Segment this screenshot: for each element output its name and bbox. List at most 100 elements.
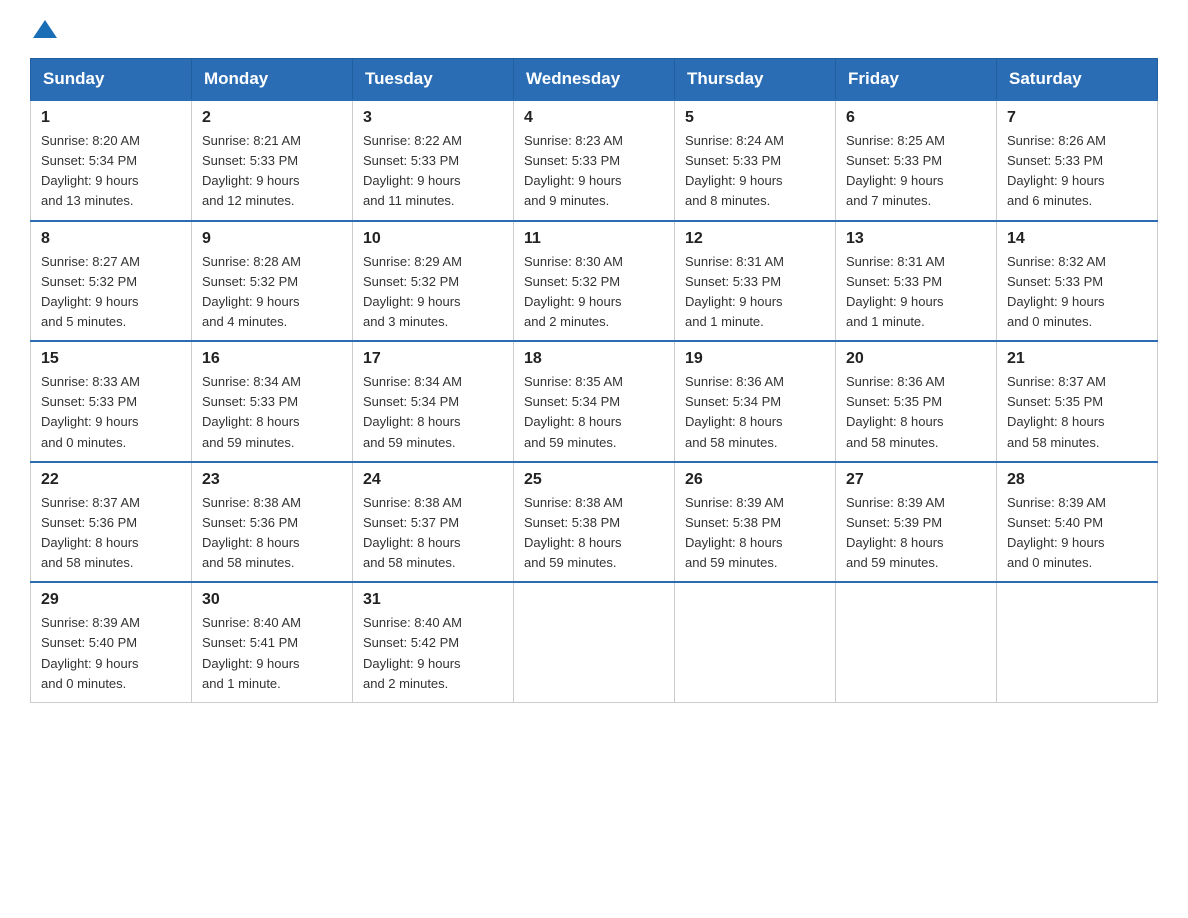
day-info: Sunrise: 8:39 AMSunset: 5:38 PMDaylight:… (685, 493, 825, 574)
weekday-header-sunday: Sunday (31, 59, 192, 101)
day-info: Sunrise: 8:38 AMSunset: 5:38 PMDaylight:… (524, 493, 664, 574)
week-row-3: 15 Sunrise: 8:33 AMSunset: 5:33 PMDayligh… (31, 341, 1158, 462)
day-info: Sunrise: 8:24 AMSunset: 5:33 PMDaylight:… (685, 131, 825, 212)
calendar-cell: 21 Sunrise: 8:37 AMSunset: 5:35 PMDayligh… (997, 341, 1158, 462)
week-row-2: 8 Sunrise: 8:27 AMSunset: 5:32 PMDaylight… (31, 221, 1158, 342)
logo (30, 20, 57, 40)
day-number: 15 (41, 350, 181, 368)
calendar-cell: 18 Sunrise: 8:35 AMSunset: 5:34 PMDayligh… (514, 341, 675, 462)
day-number: 8 (41, 230, 181, 248)
day-info: Sunrise: 8:34 AMSunset: 5:33 PMDaylight:… (202, 372, 342, 453)
day-info: Sunrise: 8:33 AMSunset: 5:33 PMDaylight:… (41, 372, 181, 453)
day-info: Sunrise: 8:20 AMSunset: 5:34 PMDaylight:… (41, 131, 181, 212)
calendar-cell: 5 Sunrise: 8:24 AMSunset: 5:33 PMDaylight… (675, 100, 836, 221)
weekday-header-tuesday: Tuesday (353, 59, 514, 101)
calendar-cell: 8 Sunrise: 8:27 AMSunset: 5:32 PMDaylight… (31, 221, 192, 342)
calendar-cell: 14 Sunrise: 8:32 AMSunset: 5:33 PMDayligh… (997, 221, 1158, 342)
calendar-cell: 26 Sunrise: 8:39 AMSunset: 5:38 PMDayligh… (675, 462, 836, 583)
calendar-cell: 19 Sunrise: 8:36 AMSunset: 5:34 PMDayligh… (675, 341, 836, 462)
day-number: 30 (202, 591, 342, 609)
day-info: Sunrise: 8:23 AMSunset: 5:33 PMDaylight:… (524, 131, 664, 212)
day-number: 5 (685, 109, 825, 127)
day-info: Sunrise: 8:36 AMSunset: 5:34 PMDaylight:… (685, 372, 825, 453)
calendar-cell: 22 Sunrise: 8:37 AMSunset: 5:36 PMDayligh… (31, 462, 192, 583)
day-info: Sunrise: 8:37 AMSunset: 5:36 PMDaylight:… (41, 493, 181, 574)
calendar-cell: 10 Sunrise: 8:29 AMSunset: 5:32 PMDayligh… (353, 221, 514, 342)
day-info: Sunrise: 8:35 AMSunset: 5:34 PMDaylight:… (524, 372, 664, 453)
calendar-cell: 15 Sunrise: 8:33 AMSunset: 5:33 PMDayligh… (31, 341, 192, 462)
day-info: Sunrise: 8:27 AMSunset: 5:32 PMDaylight:… (41, 252, 181, 333)
day-info: Sunrise: 8:36 AMSunset: 5:35 PMDaylight:… (846, 372, 986, 453)
page-header (30, 20, 1158, 40)
day-info: Sunrise: 8:40 AMSunset: 5:42 PMDaylight:… (363, 613, 503, 694)
day-number: 21 (1007, 350, 1147, 368)
calendar-cell: 28 Sunrise: 8:39 AMSunset: 5:40 PMDayligh… (997, 462, 1158, 583)
day-number: 19 (685, 350, 825, 368)
day-number: 11 (524, 230, 664, 248)
calendar-cell: 2Sunrise: 8:21 AMSunset: 5:33 PMDaylight… (192, 100, 353, 221)
day-number: 25 (524, 471, 664, 489)
calendar-cell: 24 Sunrise: 8:38 AMSunset: 5:37 PMDayligh… (353, 462, 514, 583)
day-info: Sunrise: 8:29 AMSunset: 5:32 PMDaylight:… (363, 252, 503, 333)
day-number: 26 (685, 471, 825, 489)
day-number: 10 (363, 230, 503, 248)
day-number: 24 (363, 471, 503, 489)
weekday-header-wednesday: Wednesday (514, 59, 675, 101)
weekday-header-thursday: Thursday (675, 59, 836, 101)
calendar-cell (836, 582, 997, 702)
calendar-cell: 20Sunrise: 8:36 AMSunset: 5:35 PMDayligh… (836, 341, 997, 462)
day-number: 2 (202, 109, 342, 127)
calendar-cell: 29Sunrise: 8:39 AMSunset: 5:40 PMDayligh… (31, 582, 192, 702)
day-info: Sunrise: 8:39 AMSunset: 5:39 PMDaylight:… (846, 493, 986, 574)
day-number: 23 (202, 471, 342, 489)
calendar-cell: 3 Sunrise: 8:22 AMSunset: 5:33 PMDaylight… (353, 100, 514, 221)
day-info: Sunrise: 8:25 AMSunset: 5:33 PMDaylight:… (846, 131, 986, 212)
calendar-cell: 31 Sunrise: 8:40 AMSunset: 5:42 PMDayligh… (353, 582, 514, 702)
calendar-cell: 13 Sunrise: 8:31 AMSunset: 5:33 PMDayligh… (836, 221, 997, 342)
calendar-cell: 30 Sunrise: 8:40 AMSunset: 5:41 PMDayligh… (192, 582, 353, 702)
day-number: 12 (685, 230, 825, 248)
day-number: 28 (1007, 471, 1147, 489)
day-info: Sunrise: 8:26 AMSunset: 5:33 PMDaylight:… (1007, 131, 1147, 212)
day-number: 6 (846, 109, 986, 127)
day-number: 9 (202, 230, 342, 248)
day-number: 18 (524, 350, 664, 368)
calendar-cell (514, 582, 675, 702)
day-number: 31 (363, 591, 503, 609)
calendar-cell: 6 Sunrise: 8:25 AMSunset: 5:33 PMDaylight… (836, 100, 997, 221)
calendar-cell: 9 Sunrise: 8:28 AMSunset: 5:32 PMDaylight… (192, 221, 353, 342)
day-info: Sunrise: 8:37 AMSunset: 5:35 PMDaylight:… (1007, 372, 1147, 453)
day-info: Sunrise: 8:28 AMSunset: 5:32 PMDaylight:… (202, 252, 342, 333)
weekday-header-friday: Friday (836, 59, 997, 101)
week-row-5: 29Sunrise: 8:39 AMSunset: 5:40 PMDayligh… (31, 582, 1158, 702)
day-info: Sunrise: 8:22 AMSunset: 5:33 PMDaylight:… (363, 131, 503, 212)
day-info: Sunrise: 8:39 AMSunset: 5:40 PMDaylight:… (1007, 493, 1147, 574)
calendar-cell (675, 582, 836, 702)
calendar-cell: 12Sunrise: 8:31 AMSunset: 5:33 PMDayligh… (675, 221, 836, 342)
calendar-cell: 1 Sunrise: 8:20 AMSunset: 5:34 PMDaylight… (31, 100, 192, 221)
day-number: 27 (846, 471, 986, 489)
day-number: 13 (846, 230, 986, 248)
logo-triangle-icon (33, 20, 57, 38)
calendar-cell: 17 Sunrise: 8:34 AMSunset: 5:34 PMDayligh… (353, 341, 514, 462)
weekday-header-monday: Monday (192, 59, 353, 101)
day-number: 29 (41, 591, 181, 609)
day-info: Sunrise: 8:40 AMSunset: 5:41 PMDaylight:… (202, 613, 342, 694)
day-number: 22 (41, 471, 181, 489)
calendar-cell: 23 Sunrise: 8:38 AMSunset: 5:36 PMDayligh… (192, 462, 353, 583)
day-info: Sunrise: 8:38 AMSunset: 5:36 PMDaylight:… (202, 493, 342, 574)
day-number: 14 (1007, 230, 1147, 248)
calendar-cell: 4 Sunrise: 8:23 AMSunset: 5:33 PMDaylight… (514, 100, 675, 221)
day-info: Sunrise: 8:32 AMSunset: 5:33 PMDaylight:… (1007, 252, 1147, 333)
calendar-cell: 7Sunrise: 8:26 AMSunset: 5:33 PMDaylight… (997, 100, 1158, 221)
day-info: Sunrise: 8:38 AMSunset: 5:37 PMDaylight:… (363, 493, 503, 574)
day-info: Sunrise: 8:31 AMSunset: 5:33 PMDaylight:… (846, 252, 986, 333)
week-row-4: 22 Sunrise: 8:37 AMSunset: 5:36 PMDayligh… (31, 462, 1158, 583)
calendar-cell: 11Sunrise: 8:30 AMSunset: 5:32 PMDayligh… (514, 221, 675, 342)
day-number: 3 (363, 109, 503, 127)
day-number: 1 (41, 109, 181, 127)
day-info: Sunrise: 8:34 AMSunset: 5:34 PMDaylight:… (363, 372, 503, 453)
day-number: 16 (202, 350, 342, 368)
day-number: 4 (524, 109, 664, 127)
day-number: 17 (363, 350, 503, 368)
